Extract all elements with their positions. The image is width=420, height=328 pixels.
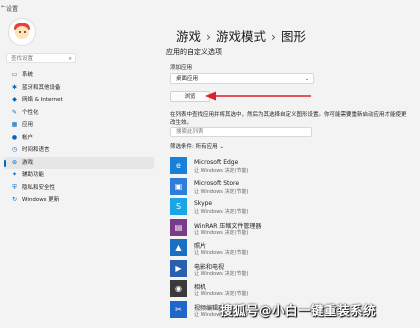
app-name: Microsoft Store: [194, 179, 240, 187]
window-title: 设置: [6, 6, 19, 13]
sidebar-item-label: 蓝牙和其他设备: [22, 84, 61, 91]
chevron-down-icon: ⌄: [219, 144, 224, 150]
movies-icon: ▶: [170, 259, 187, 277]
accessibility-icon: ✦: [11, 171, 18, 178]
breadcrumb-separator: ›: [271, 29, 277, 44]
app-list-item[interactable]: e Microsoft Edge 让 Windows 决定(节能): [170, 155, 410, 176]
sidebar-item[interactable]: ● 帐户: [4, 132, 154, 145]
app-list-search-input[interactable]: 搜索此列表: [170, 127, 312, 137]
watermark: 搜狐号@小白一键重装系统: [220, 303, 377, 318]
bluetooth-icon: ✱: [11, 83, 18, 91]
camera-icon: ◉: [170, 280, 187, 297]
winrar-icon: ▤: [170, 218, 187, 236]
section-title: 应用的自定义选项: [166, 48, 222, 56]
app-name: Microsoft Edge: [194, 159, 239, 166]
sidebar-item-label: 系统: [22, 72, 34, 78]
breadcrumb-graphics: 图形: [281, 29, 307, 44]
sidebar-item[interactable]: ✎ 个性化: [4, 107, 154, 120]
sidebar-item-label: Windows 更新: [22, 197, 60, 203]
settings-search-placeholder: 查找设置: [11, 56, 34, 62]
sidebar-item[interactable]: ✦ 辅助功能: [4, 169, 154, 182]
sidebar-item[interactable]: ◆ 网络 & Internet: [4, 94, 154, 107]
wifi-icon: ◆: [12, 96, 17, 103]
brush-icon: ✎: [11, 108, 18, 116]
add-app-label: 添加应用: [170, 65, 193, 71]
filter-dropdown[interactable]: 筛选条件: 所有应用 ⌄: [170, 142, 224, 150]
sidebar-item[interactable]: ⛨ 隐私和安全性: [4, 182, 154, 195]
app-graphics-setting: 让 Windows 决定(节能): [194, 270, 249, 277]
store-icon: ▣: [170, 177, 187, 195]
breadcrumb: 游戏 › 游戏模式 › 图形: [176, 26, 306, 45]
breadcrumb-separator: ›: [206, 29, 212, 44]
sidebar-item[interactable]: ↻ Windows 更新: [4, 194, 154, 207]
skype-icon: S: [170, 198, 187, 215]
app-graphics-setting: 让 Windows 决定(节能): [194, 229, 249, 236]
monitor-icon: ▭: [11, 71, 18, 78]
breadcrumb-game-mode[interactable]: 游戏模式: [216, 29, 266, 44]
app-list-item[interactable]: ▲ 照片让 Windows 决定(节能): [170, 237, 410, 258]
sidebar-item-label: 时间和语言: [22, 147, 50, 153]
browse-button[interactable]: 浏览: [170, 91, 210, 102]
app-graphics-setting: 让 Windows 决定(节能): [194, 209, 249, 215]
photos-icon: ▲: [170, 239, 187, 256]
app-list-item[interactable]: S Skype 让 Windows 决定(节能): [170, 196, 410, 217]
app-name: Skype: [194, 200, 213, 207]
avatar[interactable]: [8, 18, 36, 46]
sidebar-item[interactable]: ◷ 时间和语言: [4, 144, 154, 157]
gamepad-icon: ⊛: [11, 158, 18, 166]
breadcrumb-gaming[interactable]: 游戏: [176, 29, 201, 44]
app-list-item[interactable]: ▶ 电影和电视让 Windows 决定(节能): [170, 258, 410, 279]
sidebar-item[interactable]: ✱ 蓝牙和其他设备: [4, 82, 154, 95]
clock-icon: ◷: [11, 146, 18, 153]
app-graphics-setting: 让 Windows 决定(节能): [194, 188, 249, 195]
account-icon: ●: [11, 133, 18, 141]
app-graphics-setting: 让 Windows 决定(节能): [194, 291, 249, 297]
filter-label: 筛选条件: 所有应用: [170, 144, 218, 150]
sidebar-item-label: 辅助功能: [22, 172, 45, 178]
sidebar-item[interactable]: ⊛ 游戏: [4, 156, 154, 169]
sidebar-item[interactable]: ▦ 应用: [4, 119, 154, 132]
app-graphics-setting: 让 Windows 决定(节能): [194, 168, 249, 174]
edge-icon: e: [170, 157, 187, 174]
app-list-item[interactable]: ▣ Microsoft Store 让 Windows 决定(节能): [170, 176, 410, 197]
app-list: e Microsoft Edge 让 Windows 决定(节能) ▣ Microsof…: [170, 155, 410, 319]
app-type-value: 桌面应用: [176, 76, 199, 82]
sidebar-nav: ▭ 系统 ✱ 蓝牙和其他设备 ◆ 网络 & Internet ✎ 个性化 ▦ 应用 ● 帐户 ◷ 时间和语…: [4, 69, 154, 207]
sidebar-item-label: 网络 & Internet: [22, 97, 63, 103]
apps-icon: ▦: [11, 121, 18, 128]
app-graphics-setting: 让 Windows 决定(节能): [194, 250, 249, 256]
sidebar-item-label: 隐私和安全性: [22, 184, 56, 191]
sidebar-item-label: 应用: [22, 122, 34, 128]
app-list-item[interactable]: ◉ 相机让 Windows 决定(节能): [170, 278, 410, 299]
chevron-down-icon: ⌄: [304, 76, 309, 82]
sidebar-item-label: 个性化: [22, 109, 39, 116]
red-arrow-annotation: [205, 91, 311, 101]
sidebar-item-label: 游戏: [22, 159, 34, 166]
sidebar-item-label: 帐户: [22, 134, 34, 141]
settings-search-input[interactable]: 查找设置 ⌕: [6, 53, 76, 63]
app-list-item[interactable]: ▤ WinRAR 压缩文件管理器让 Windows 决定(节能): [170, 217, 410, 238]
search-icon: ⌕: [68, 55, 72, 62]
update-icon: ↻: [11, 196, 18, 203]
sidebar-item[interactable]: ▭ 系统: [4, 69, 154, 82]
description-text: 在列表中查找应用并将其选中，然后为其选择自定义图形设置。你可能需要重新启动应用才…: [170, 112, 407, 126]
app-type-select[interactable]: 桌面应用 ⌄: [170, 73, 314, 84]
shield-icon: ⛨: [12, 183, 17, 191]
video-editor-icon: ✂: [170, 300, 187, 318]
